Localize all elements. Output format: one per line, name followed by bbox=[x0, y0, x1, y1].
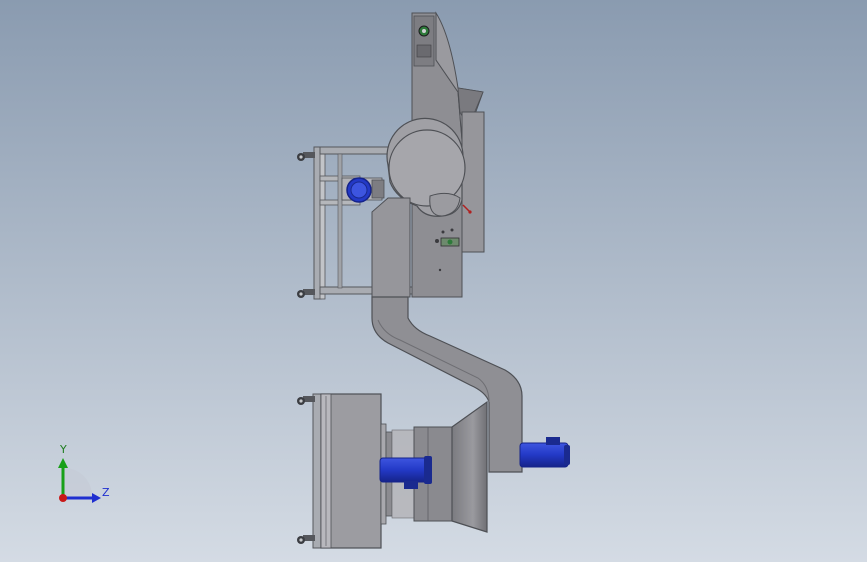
cad-viewport[interactable]: Y Z bbox=[0, 0, 867, 562]
triad-y-axis-label: Y bbox=[60, 443, 67, 456]
discharge-duct-upper[interactable] bbox=[371, 197, 411, 298]
triad-z-axis-label: Z bbox=[102, 486, 110, 499]
cad-model-view[interactable] bbox=[0, 0, 867, 562]
pressure-gauge-icon bbox=[341, 177, 385, 203]
lower-frame-box[interactable] bbox=[312, 393, 382, 549]
